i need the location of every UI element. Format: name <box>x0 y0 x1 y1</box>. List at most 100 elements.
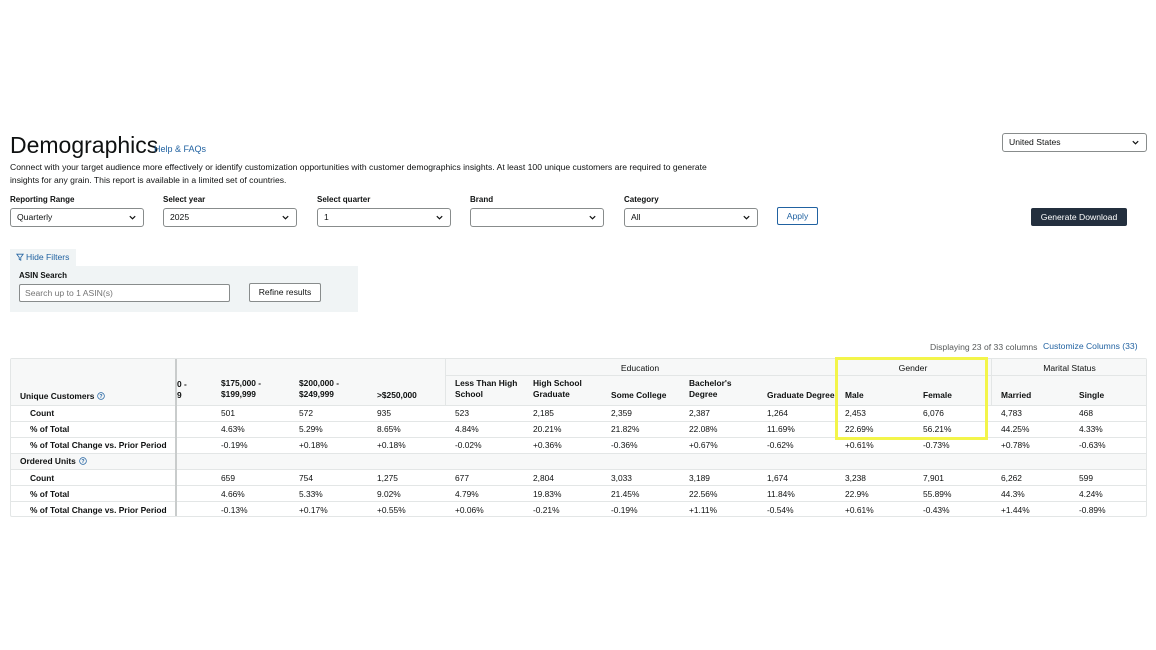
column-header-partial: 0 - <box>177 379 187 389</box>
table-cell: 2,387 <box>689 408 710 418</box>
section-title-unique-customers: Unique Customers? <box>20 391 106 401</box>
table-cell: 677 <box>455 473 469 483</box>
table-cell: 1,674 <box>767 473 788 483</box>
table-cell: 2,185 <box>533 408 554 418</box>
table-row-divider <box>11 421 1146 422</box>
info-icon[interactable]: ? <box>79 457 87 465</box>
hide-filters-button[interactable]: Hide Filters <box>10 249 76 266</box>
table-cell: 22.56% <box>689 489 718 499</box>
table-cell: 572 <box>299 408 313 418</box>
table-row-divider <box>11 437 1146 438</box>
table-cell: -0.89% <box>1079 505 1106 515</box>
table-cell: 11.84% <box>767 489 795 499</box>
year-select[interactable]: 2025 <box>163 208 297 227</box>
category-select[interactable]: All <box>624 208 758 227</box>
table-cell: -0.62% <box>767 440 794 450</box>
quarter-select[interactable]: 1 <box>317 208 451 227</box>
table-cell: 3,189 <box>689 473 710 483</box>
country-select[interactable]: United States <box>1002 133 1147 152</box>
asin-search-label: ASIN Search <box>19 271 68 280</box>
column-header: High School Graduate <box>533 378 582 399</box>
chevron-down-icon <box>743 215 750 220</box>
category-value: All <box>631 212 641 222</box>
table-cell: -0.43% <box>923 505 950 515</box>
column-header: Married <box>1001 390 1032 400</box>
column-header: Female <box>923 390 952 400</box>
generate-download-button[interactable]: Generate Download <box>1031 208 1127 226</box>
table-cell: 599 <box>1079 473 1093 483</box>
column-header: Some College <box>611 390 667 400</box>
table-cell: 21.45% <box>611 489 640 499</box>
reporting-range-select[interactable]: Quarterly <box>10 208 144 227</box>
asin-search-input[interactable] <box>19 284 230 302</box>
brand-select[interactable] <box>470 208 604 227</box>
table-cell: 4.33% <box>1079 424 1103 434</box>
table-cell: 22.69% <box>845 424 874 434</box>
column-header: Graduate Degree <box>767 390 835 400</box>
table-cell: -0.36% <box>611 440 638 450</box>
table-cell: 4.84% <box>455 424 479 434</box>
page-title: Demographics <box>10 132 159 158</box>
table-cell: 6,076 <box>923 408 944 418</box>
table-cell: 56.21% <box>923 424 952 434</box>
table-cell: -0.63% <box>1079 440 1106 450</box>
table-cell: 7,901 <box>923 473 944 483</box>
table-cell: +0.06% <box>455 505 484 515</box>
reporting-range-label: Reporting Range <box>10 195 75 204</box>
table-cell: 3,238 <box>845 473 866 483</box>
table-row-divider <box>11 469 1146 470</box>
row-label: % of Total Change vs. Prior Period <box>30 440 167 450</box>
brand-label: Brand <box>470 195 494 204</box>
customize-columns-link[interactable]: Customize Columns (33) <box>1043 341 1138 351</box>
group-header-education: Education <box>620 363 660 373</box>
row-label: % of Total <box>30 489 70 499</box>
column-header: Single <box>1079 390 1105 400</box>
table-cell: +1.11% <box>689 505 718 515</box>
table-cell: 1,275 <box>377 473 398 483</box>
year-label: Select year <box>163 195 206 204</box>
section-title-text: Unique Customers <box>20 391 95 401</box>
table-cell: 4.63% <box>221 424 245 434</box>
column-header: >$250,000 <box>377 390 417 400</box>
table-cell: 4.79% <box>455 489 479 499</box>
column-header: $200,000 - $249,999 <box>299 378 340 399</box>
table-cell: 3,033 <box>611 473 632 483</box>
help-faqs-link[interactable]: Help & FAQs <box>154 144 206 154</box>
column-header-partial-line2: 9 <box>177 390 182 400</box>
table-cell: 5.29% <box>299 424 323 434</box>
chevron-down-icon <box>589 215 596 220</box>
table-cell: 4.24% <box>1079 489 1103 499</box>
table-cell: 8.65% <box>377 424 401 434</box>
chevron-down-icon <box>282 215 289 220</box>
page-description: Connect with your target audience more e… <box>10 162 707 185</box>
table-cell: 2,804 <box>533 473 554 483</box>
refine-results-button[interactable]: Refine results <box>249 283 321 302</box>
table-cell: 501 <box>221 408 235 418</box>
table-cell: 1,264 <box>767 408 788 418</box>
row-label: Count <box>30 473 55 483</box>
table-cell: -0.21% <box>533 505 560 515</box>
info-icon[interactable]: ? <box>97 392 106 400</box>
hide-filters-label: Hide Filters <box>26 252 70 262</box>
table-cell: 468 <box>1079 408 1093 418</box>
chevron-down-icon <box>1132 140 1139 145</box>
section-row-bg <box>11 453 1146 469</box>
apply-button[interactable]: Apply <box>777 207 818 225</box>
table-cell: 935 <box>377 408 391 418</box>
table-row-divider <box>11 485 1146 486</box>
column-header: $175,000 - $199,999 <box>221 378 262 399</box>
table-cell: 4,783 <box>1001 408 1022 418</box>
group-header-marital-status: Marital Status <box>1043 363 1096 373</box>
table-cell: 9.02% <box>377 489 401 499</box>
column-header: Male <box>845 390 864 400</box>
year-value: 2025 <box>170 212 190 222</box>
row-label: Count <box>30 408 55 418</box>
table-cell: 6,262 <box>1001 473 1022 483</box>
table-cell: 2,359 <box>611 408 632 418</box>
table-row-divider <box>11 501 1146 502</box>
quarter-label: Select quarter <box>317 195 371 204</box>
table-cell: +0.61% <box>845 440 874 450</box>
demographics-table: Education Gender Marital Status 0 -9 $175,00… <box>10 358 1147 517</box>
table-cell: +0.36% <box>533 440 562 450</box>
table-cell: +0.61% <box>845 505 874 515</box>
